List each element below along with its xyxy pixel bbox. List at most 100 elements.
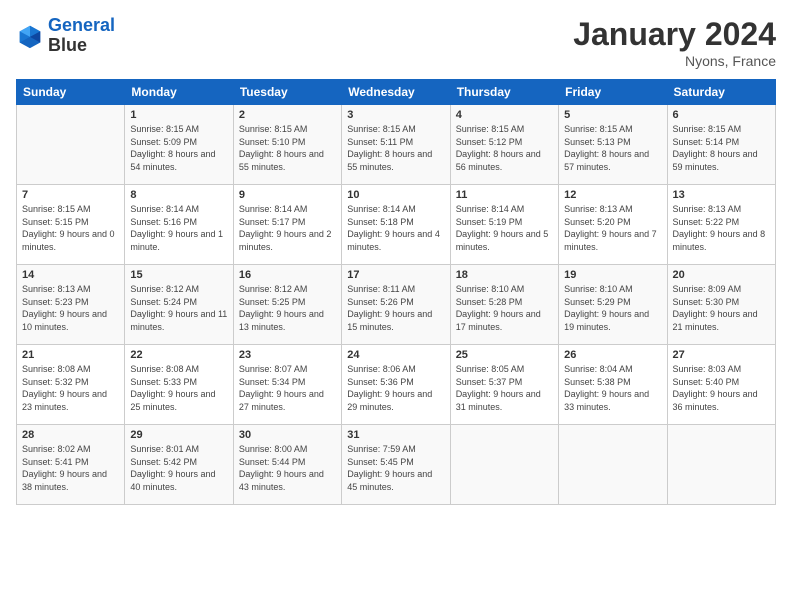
daylight-text: Daylight: 9 hours and 7 minutes. xyxy=(564,228,661,253)
header: General Blue January 2024 Nyons, France xyxy=(16,16,776,69)
calendar-cell: 9 Sunrise: 8:14 AMSunset: 5:17 PMDaylight… xyxy=(233,185,341,265)
day-info: Sunrise: 8:11 AMSunset: 5:26 PMDaylight:… xyxy=(347,283,444,333)
calendar-cell: 18Sunrise: 8:10 AMSunset: 5:28 PMDayligh… xyxy=(450,265,558,345)
sunset-text: Sunset: 5:11 PM xyxy=(347,136,444,149)
sunrise-text: Sunrise: 8:14 AM xyxy=(347,203,444,216)
day-number: 2 xyxy=(239,109,336,121)
daylight-text: Daylight: 9 hours and 0 minutes. xyxy=(22,228,119,253)
day-info: Sunrise: 8:14 AMSunset: 5:17 PMDaylight:… xyxy=(239,203,336,253)
day-info: Sunrise: 8:12 AMSunset: 5:24 PMDaylight:… xyxy=(130,283,227,333)
day-number: 8 xyxy=(130,189,227,201)
day-info: Sunrise: 8:10 AMSunset: 5:29 PMDaylight:… xyxy=(564,283,661,333)
day-info: Sunrise: 8:06 AMSunset: 5:36 PMDaylight:… xyxy=(347,363,444,413)
sunrise-text: Sunrise: 8:13 AM xyxy=(673,203,770,216)
sunrise-text: Sunrise: 8:02 AM xyxy=(22,443,119,456)
daylight-text: Daylight: 8 hours and 57 minutes. xyxy=(564,148,661,173)
daylight-text: Daylight: 9 hours and 2 minutes. xyxy=(239,228,336,253)
sunset-text: Sunset: 5:41 PM xyxy=(22,456,119,469)
sunset-text: Sunset: 5:17 PM xyxy=(239,216,336,229)
daylight-text: Daylight: 9 hours and 38 minutes. xyxy=(22,468,119,493)
daylight-text: Daylight: 9 hours and 11 minutes. xyxy=(130,308,227,333)
day-number: 11 xyxy=(456,189,553,201)
sunset-text: Sunset: 5:38 PM xyxy=(564,376,661,389)
sunrise-text: Sunrise: 8:15 AM xyxy=(239,123,336,136)
daylight-text: Daylight: 9 hours and 17 minutes. xyxy=(456,308,553,333)
day-number: 10 xyxy=(347,189,444,201)
sunset-text: Sunset: 5:13 PM xyxy=(564,136,661,149)
sunset-text: Sunset: 5:36 PM xyxy=(347,376,444,389)
daylight-text: Daylight: 9 hours and 45 minutes. xyxy=(347,468,444,493)
sunset-text: Sunset: 5:25 PM xyxy=(239,296,336,309)
sunset-text: Sunset: 5:45 PM xyxy=(347,456,444,469)
sunset-text: Sunset: 5:12 PM xyxy=(456,136,553,149)
calendar-cell: 11 Sunrise: 8:14 AMSunset: 5:19 PMDayligh… xyxy=(450,185,558,265)
sunrise-text: Sunrise: 8:08 AM xyxy=(130,363,227,376)
day-number: 26 xyxy=(564,349,661,361)
day-info: Sunrise: 8:15 AMSunset: 5:10 PMDaylight:… xyxy=(239,123,336,173)
calendar-cell: 24Sunrise: 8:06 AMSunset: 5:36 PMDayligh… xyxy=(342,345,450,425)
daylight-text: Daylight: 9 hours and 5 minutes. xyxy=(456,228,553,253)
day-info: Sunrise: 8:14 AMSunset: 5:16 PMDaylight:… xyxy=(130,203,227,253)
calendar-cell: 10Sunrise: 8:14 AMSunset: 5:18 PMDayligh… xyxy=(342,185,450,265)
sunrise-text: Sunrise: 8:15 AM xyxy=(347,123,444,136)
day-number: 14 xyxy=(22,269,119,281)
sunrise-text: Sunrise: 8:04 AM xyxy=(564,363,661,376)
sunset-text: Sunset: 5:09 PM xyxy=(130,136,227,149)
day-number: 21 xyxy=(22,349,119,361)
sunrise-text: Sunrise: 8:15 AM xyxy=(456,123,553,136)
sunset-text: Sunset: 5:22 PM xyxy=(673,216,770,229)
day-number: 7 xyxy=(22,189,119,201)
day-info: Sunrise: 8:15 AMSunset: 5:11 PMDaylight:… xyxy=(347,123,444,173)
month-title: January 2024 xyxy=(573,16,776,53)
day-number: 29 xyxy=(130,429,227,441)
sunrise-text: Sunrise: 8:15 AM xyxy=(130,123,227,136)
day-number: 9 xyxy=(239,189,336,201)
calendar-cell: 12Sunrise: 8:13 AMSunset: 5:20 PMDayligh… xyxy=(559,185,667,265)
daylight-text: Daylight: 8 hours and 55 minutes. xyxy=(239,148,336,173)
day-info: Sunrise: 8:05 AMSunset: 5:37 PMDaylight:… xyxy=(456,363,553,413)
week-row-5: 28Sunrise: 8:02 AMSunset: 5:41 PMDayligh… xyxy=(17,425,776,505)
day-info: Sunrise: 8:15 AMSunset: 5:13 PMDaylight:… xyxy=(564,123,661,173)
calendar-cell: 14 Sunrise: 8:13 AMSunset: 5:23 PMDayligh… xyxy=(17,265,125,345)
calendar-cell: 23Sunrise: 8:07 AMSunset: 5:34 PMDayligh… xyxy=(233,345,341,425)
calendar-cell: 28 Sunrise: 8:02 AMSunset: 5:41 PMDayligh… xyxy=(17,425,125,505)
day-info: Sunrise: 8:13 AMSunset: 5:23 PMDaylight:… xyxy=(22,283,119,333)
day-info: Sunrise: 8:14 AMSunset: 5:19 PMDaylight:… xyxy=(456,203,553,253)
calendar-cell: 6Sunrise: 8:15 AMSunset: 5:14 PMDaylight… xyxy=(667,105,775,185)
sunrise-text: Sunrise: 8:11 AM xyxy=(347,283,444,296)
sunrise-text: Sunrise: 8:07 AM xyxy=(239,363,336,376)
daylight-text: Daylight: 9 hours and 29 minutes. xyxy=(347,388,444,413)
daylight-text: Daylight: 9 hours and 36 minutes. xyxy=(673,388,770,413)
sunset-text: Sunset: 5:40 PM xyxy=(673,376,770,389)
calendar-cell: 1Sunrise: 8:15 AMSunset: 5:09 PMDaylight… xyxy=(125,105,233,185)
sunset-text: Sunset: 5:23 PM xyxy=(22,296,119,309)
sunset-text: Sunset: 5:15 PM xyxy=(22,216,119,229)
col-wednesday: Wednesday xyxy=(342,80,450,105)
calendar-cell: 20Sunrise: 8:09 AMSunset: 5:30 PMDayligh… xyxy=(667,265,775,345)
day-info: Sunrise: 8:12 AMSunset: 5:25 PMDaylight:… xyxy=(239,283,336,333)
calendar-cell: 30Sunrise: 8:00 AMSunset: 5:44 PMDayligh… xyxy=(233,425,341,505)
calendar-cell: 2 Sunrise: 8:15 AMSunset: 5:10 PMDaylight… xyxy=(233,105,341,185)
col-saturday: Saturday xyxy=(667,80,775,105)
sunrise-text: Sunrise: 8:15 AM xyxy=(673,123,770,136)
day-number: 28 xyxy=(22,429,119,441)
day-number: 20 xyxy=(673,269,770,281)
week-row-2: 7Sunrise: 8:15 AMSunset: 5:15 PMDaylight… xyxy=(17,185,776,265)
calendar-cell: 31Sunrise: 7:59 AMSunset: 5:45 PMDayligh… xyxy=(342,425,450,505)
sunrise-text: Sunrise: 8:12 AM xyxy=(239,283,336,296)
page-container: General Blue January 2024 Nyons, France … xyxy=(0,0,792,513)
daylight-text: Daylight: 9 hours and 31 minutes. xyxy=(456,388,553,413)
calendar-cell: 8 Sunrise: 8:14 AMSunset: 5:16 PMDaylight… xyxy=(125,185,233,265)
sunset-text: Sunset: 5:34 PM xyxy=(239,376,336,389)
day-info: Sunrise: 8:15 AMSunset: 5:12 PMDaylight:… xyxy=(456,123,553,173)
location: Nyons, France xyxy=(573,53,776,69)
daylight-text: Daylight: 8 hours and 55 minutes. xyxy=(347,148,444,173)
day-number: 13 xyxy=(673,189,770,201)
day-number: 5 xyxy=(564,109,661,121)
sunset-text: Sunset: 5:20 PM xyxy=(564,216,661,229)
week-row-3: 14 Sunrise: 8:13 AMSunset: 5:23 PMDayligh… xyxy=(17,265,776,345)
daylight-text: Daylight: 8 hours and 59 minutes. xyxy=(673,148,770,173)
calendar-cell xyxy=(667,425,775,505)
day-info: Sunrise: 8:03 AMSunset: 5:40 PMDaylight:… xyxy=(673,363,770,413)
logo-text: General Blue xyxy=(48,16,115,56)
